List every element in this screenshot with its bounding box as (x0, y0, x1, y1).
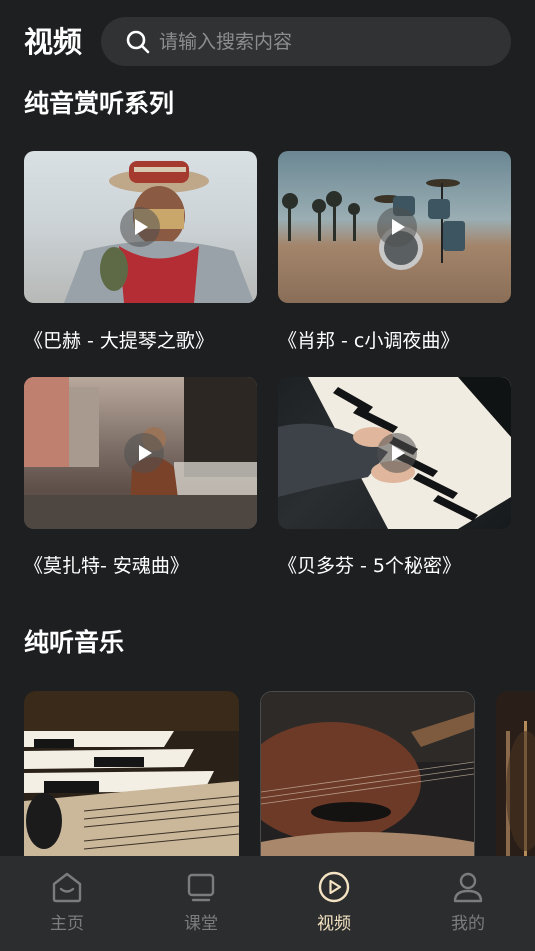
music-card[interactable] (496, 691, 535, 871)
music-card[interactable] (260, 691, 475, 871)
thumbnail-image-instrument (496, 691, 535, 871)
nav-label: 我的 (451, 914, 485, 934)
video-thumbnail[interactable] (278, 377, 511, 529)
thumbnail-image-guitar (261, 692, 474, 870)
music-card[interactable] (24, 691, 239, 871)
section-title-pure-listening-music: 纯听音乐 (24, 628, 125, 657)
video-card-title[interactable]: 《贝多芬 - 5个秘密》 (278, 552, 461, 580)
play-icon (392, 445, 405, 461)
profile-icon (453, 872, 483, 903)
video-thumbnail[interactable] (24, 377, 257, 529)
thumbnail-image-piano-sheet-music (24, 691, 239, 871)
play-icon (392, 219, 405, 235)
nav-item-profile[interactable]: 我的 (401, 856, 535, 951)
classroom-icon (187, 873, 215, 902)
nav-item-home[interactable]: 主页 (0, 856, 134, 951)
play-button[interactable] (124, 433, 164, 473)
play-button[interactable] (120, 207, 160, 247)
page-title: 视频 (24, 25, 83, 59)
play-button[interactable] (377, 207, 417, 247)
search-placeholder: 请输入搜索内容 (159, 31, 293, 53)
nav-label: 课堂 (184, 914, 218, 934)
header: 视频 请输入搜索内容 (0, 0, 535, 84)
play-icon (139, 445, 152, 461)
video-card-title[interactable]: 《莫扎特- 安魂曲》 (24, 552, 189, 580)
video-play-icon (318, 871, 350, 903)
nav-label: 视频 (317, 914, 351, 934)
video-card-title[interactable]: 《肖邦 - c小调夜曲》 (278, 327, 459, 355)
bottom-nav: 主页 课堂 视频 我的 (0, 856, 535, 951)
nav-item-classroom[interactable]: 课堂 (134, 856, 268, 951)
video-thumbnail[interactable] (278, 151, 511, 303)
play-button[interactable] (377, 433, 417, 473)
video-thumbnail[interactable] (24, 151, 257, 303)
section-title-pure-music-series: 纯音赏听系列 (24, 89, 175, 118)
search-icon (126, 30, 150, 54)
video-card-title[interactable]: 《巴赫 - 大提琴之歌》 (24, 327, 214, 355)
play-icon (135, 219, 148, 235)
home-icon (52, 872, 82, 903)
nav-item-video[interactable]: 视频 (267, 856, 401, 951)
search-input[interactable]: 请输入搜索内容 (101, 17, 511, 66)
nav-label: 主页 (50, 914, 84, 934)
